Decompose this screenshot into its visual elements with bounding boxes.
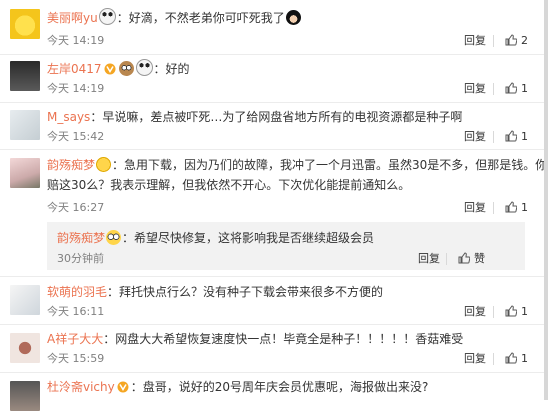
like-count: 1: [521, 82, 528, 95]
thumbs-up-icon: [458, 252, 470, 264]
timestamp: 今天 15:59: [47, 352, 105, 365]
comment-line: M_says：早说嘛，差点被吓死…为了给网盘省地方所有的电视资源都是种子啊: [47, 107, 462, 127]
like-count: 1: [521, 352, 528, 365]
reply-line: 韵殇痴梦 ：希望尽快修复，这将影响我是否继续超级会员: [57, 228, 374, 248]
timestamp: 今天 14:19: [47, 34, 105, 47]
panda-emoji: [98, 8, 116, 25]
username[interactable]: 左岸0417: [47, 62, 102, 76]
username[interactable]: 杜泠斋vichy: [47, 380, 115, 394]
reply-button[interactable]: 回复: [464, 34, 486, 48]
thumbs-up-icon: [505, 34, 517, 46]
divider: [493, 306, 494, 318]
like-button[interactable]: 1: [505, 305, 528, 319]
like-button[interactable]: 1: [505, 82, 528, 96]
divider: [493, 131, 494, 143]
reply-button[interactable]: 回复: [418, 252, 440, 266]
like-button[interactable]: 2: [505, 34, 528, 48]
mickey-emoji: [285, 10, 301, 25]
comment-line: 软萌的羽毛：拜托快点行么？没有种子下载会带来很多不方便的: [47, 282, 383, 302]
thumbs-up-icon: [505, 352, 517, 364]
scrollbar-thumb[interactable]: [544, 0, 548, 400]
comment-text: ：拜托快点行么？没有种子下载会带来很多不方便的: [107, 285, 384, 299]
v-badge-icon: [117, 381, 129, 393]
timestamp: 今天 15:42: [47, 130, 105, 143]
comment-body: 韵殇痴梦 ：急用下载，因为乃们的故障，我冲了一个月迅雷。虽然30是不多，但那是钱。…: [47, 155, 548, 195]
reply-button[interactable]: 回复: [464, 82, 486, 96]
divider: [493, 83, 494, 95]
like-button[interactable]: 1: [505, 130, 528, 144]
like-count: 1: [521, 305, 528, 318]
comment-line: 杜泠斋vichy ：盘哥，说好的20号周年庆会员优惠呢，海报做出来没?: [47, 377, 428, 397]
timestamp: 今天 14:19: [47, 82, 105, 95]
divider: [493, 202, 494, 214]
panda-emoji: [135, 59, 153, 76]
reply-button[interactable]: 回复: [464, 305, 486, 319]
username[interactable]: A祥子大大: [47, 332, 103, 346]
divider: [446, 253, 447, 265]
divider: [0, 54, 544, 55]
username[interactable]: 软萌的羽毛: [47, 285, 107, 299]
avatar[interactable]: [10, 110, 40, 140]
avatar[interactable]: [10, 285, 40, 315]
sad-emoji: [96, 157, 112, 172]
avatar[interactable]: [10, 158, 40, 188]
reply-button[interactable]: 回复: [464, 130, 486, 144]
avatar[interactable]: [10, 333, 40, 363]
divider: [493, 35, 494, 47]
divider: [0, 276, 544, 277]
nested-reply: 韵殇痴梦 ：希望尽快修复，这将影响我是否继续超级会员 30分钟前 回复 赞: [47, 222, 525, 270]
comment-text: ：网盘大大希望恢复速度快一点！毕竟全是种子！！！！！香菇难受: [103, 332, 464, 346]
like-button[interactable]: 1: [505, 201, 528, 215]
like-count: 1: [521, 201, 528, 214]
comment-text-cont: 赔这30么？我表示理解，但我依然不开心。下次优化能提前通知么。: [47, 178, 411, 192]
thumbs-up-icon: [505, 130, 517, 142]
thumbs-up-icon: [505, 305, 517, 317]
comment-line: 左岸0417 ：好的: [47, 59, 190, 79]
thumbs-up-icon: [505, 201, 517, 213]
like-count: 1: [521, 130, 528, 143]
like-button[interactable]: 1: [505, 352, 528, 366]
username[interactable]: 美丽啊yu: [47, 11, 98, 25]
reply-button[interactable]: 回复: [464, 201, 486, 215]
divider: [0, 149, 544, 150]
comment-line: 美丽啊yu ：好滴，不然老弟你可吓死我了: [47, 8, 302, 28]
v-badge-icon: [104, 63, 116, 75]
avatar[interactable]: [10, 61, 40, 91]
glasses-emoji: [106, 230, 122, 245]
comment-text: ：急用下载，因为乃们的故障，我冲了一个月迅雷。虽然30是不多，但那是钱。你来: [112, 158, 548, 172]
avatar[interactable]: [10, 9, 40, 39]
like-button[interactable]: 赞: [458, 252, 485, 266]
like-count: 2: [521, 34, 528, 47]
username[interactable]: 韵殇痴梦: [57, 231, 105, 245]
timestamp: 今天 16:27: [47, 201, 105, 214]
divider: [0, 372, 544, 373]
comment-text: ：好的: [153, 62, 190, 76]
username[interactable]: 韵殇痴梦: [47, 158, 95, 172]
comment-text: ：早说嘛，差点被吓死…为了给网盘省地方所有的电视资源都是种子啊: [90, 110, 463, 124]
timestamp: 今天 16:11: [47, 305, 105, 318]
reply-button[interactable]: 回复: [464, 352, 486, 366]
like-label: 赞: [474, 252, 485, 265]
comment-text: ：希望尽快修复，这将影响我是否继续超级会员: [122, 231, 375, 245]
divider: [0, 324, 544, 325]
comment-feed: 美丽啊yu ：好滴，不然老弟你可吓死我了 今天 14:19 回复 2 左岸0417…: [0, 0, 548, 411]
avatar[interactable]: [10, 381, 40, 411]
divider: [0, 102, 544, 103]
comment-text: ：好滴，不然老弟你可吓死我了: [116, 11, 285, 25]
thumbs-up-icon: [505, 82, 517, 94]
username[interactable]: M_says: [47, 110, 90, 124]
comment-line: A祥子大大：网盘大大希望恢复速度快一点！毕竟全是种子！！！！！香菇难受: [47, 329, 463, 349]
timestamp: 30分钟前: [57, 252, 104, 265]
owl-emoji: [118, 61, 134, 76]
divider: [493, 353, 494, 365]
comment-text: ：盘哥，说好的20号周年庆会员优惠呢，海报做出来没?: [130, 380, 429, 394]
